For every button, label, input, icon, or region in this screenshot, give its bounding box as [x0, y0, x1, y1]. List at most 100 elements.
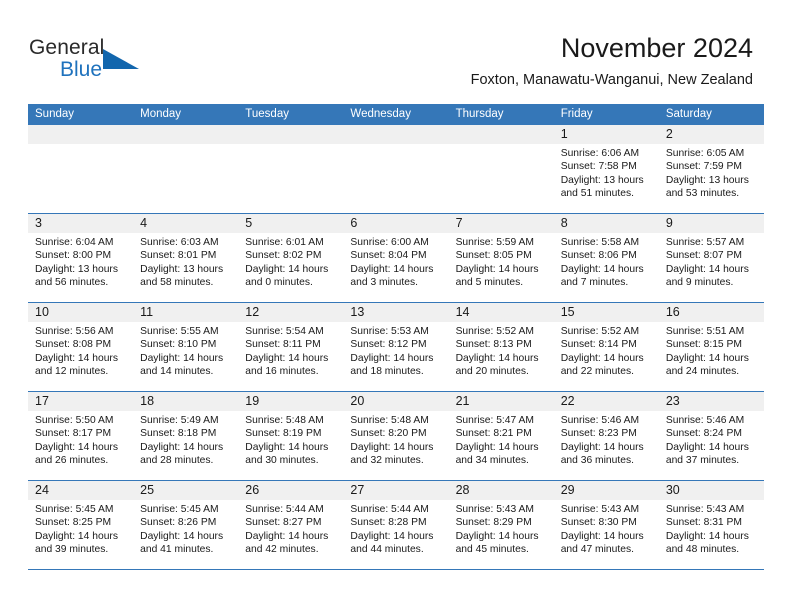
day-cell-25[interactable]: 25 Sunrise: 5:45 AM Sunset: 8:26 PM Dayligh… — [133, 481, 239, 569]
day-number: 30 — [665, 483, 680, 497]
day-cell-12[interactable]: 12 Sunrise: 5:54 AM Sunset: 8:11 PM Dayligh… — [238, 303, 344, 391]
day-detail-line: and 20 minutes. — [455, 366, 529, 378]
calendar-page: General Blue November 2024 Foxton, Manaw… — [0, 0, 792, 612]
general-blue-logo[interactable]: General Blue — [29, 36, 189, 88]
day-detail-line: and 0 minutes. — [245, 277, 313, 289]
day-detail-line: and 39 minutes. — [35, 544, 109, 556]
day-number: 18 — [140, 394, 155, 408]
day-number-band: 19 — [238, 392, 344, 411]
day-cell-22[interactable]: 22 Sunrise: 5:46 AM Sunset: 8:23 PM Dayligh… — [553, 392, 659, 480]
weekday-header-wednesday: Wednesday — [350, 108, 411, 120]
day-detail-line: Sunrise: 5:52 AM — [455, 326, 534, 337]
day-cell-6[interactable]: 6 Sunrise: 6:00 AM Sunset: 8:04 PM Daylight… — [343, 214, 449, 302]
day-detail-line: Sunrise: 5:45 AM — [35, 504, 114, 515]
day-number: 15 — [560, 305, 575, 319]
day-cell-17[interactable]: 17 Sunrise: 5:50 AM Sunset: 8:17 PM Dayligh… — [28, 392, 134, 480]
day-cell-19[interactable]: 19 Sunrise: 5:48 AM Sunset: 8:19 PM Dayligh… — [238, 392, 344, 480]
day-detail-line: Sunset: 8:21 PM — [455, 428, 532, 440]
day-number-band: 12 — [238, 303, 344, 322]
day-detail-line: and 28 minutes. — [140, 455, 214, 467]
day-cell-27[interactable]: 27 Sunrise: 5:44 AM Sunset: 8:28 PM Dayligh… — [343, 481, 449, 569]
day-number: 25 — [140, 483, 155, 497]
day-cell-2[interactable]: 2 Sunrise: 6:05 AM Sunset: 7:59 PM Daylight… — [658, 125, 764, 213]
day-number-band: 20 — [343, 392, 449, 411]
calendar-week-row: 3 Sunrise: 6:04 AM Sunset: 8:00 PM Daylight… — [28, 214, 764, 303]
day-cell-15[interactable]: 15 Sunrise: 5:52 AM Sunset: 8:14 PM Dayligh… — [553, 303, 659, 391]
day-detail-line: Sunrise: 5:43 AM — [455, 504, 534, 515]
day-detail-line: Daylight: 14 hours — [245, 352, 329, 364]
day-cell-11[interactable]: 11 Sunrise: 5:55 AM Sunset: 8:10 PM Dayligh… — [133, 303, 239, 391]
weekday-header-tuesday: Tuesday — [245, 108, 289, 120]
weekday-header-monday: Monday — [140, 108, 182, 120]
day-cell-24[interactable]: 24 Sunrise: 5:45 AM Sunset: 8:25 PM Dayligh… — [28, 481, 134, 569]
day-cell-21[interactable]: 21 Sunrise: 5:47 AM Sunset: 8:21 PM Dayligh… — [448, 392, 554, 480]
day-details: Sunrise: 6:04 AM Sunset: 8:00 PM Daylight:… — [28, 233, 133, 290]
day-detail-line: and 12 minutes. — [35, 366, 109, 378]
day-detail-line: Sunrise: 5:48 AM — [350, 415, 429, 426]
day-cell-29[interactable]: 29 Sunrise: 5:43 AM Sunset: 8:30 PM Dayligh… — [553, 481, 659, 569]
day-detail-line: Sunrise: 5:52 AM — [560, 326, 640, 337]
day-details: Sunrise: 5:51 AM Sunset: 8:15 PM Daylight:… — [659, 322, 764, 379]
day-detail-line: Sunrise: 6:06 AM — [560, 148, 640, 159]
day-detail-line: Sunrise: 6:05 AM — [665, 148, 745, 159]
day-cell-28[interactable]: 28 Sunrise: 5:43 AM Sunset: 8:29 PM Dayligh… — [448, 481, 554, 569]
day-detail-line: Sunset: 8:18 PM — [140, 428, 217, 440]
day-detail-line: Daylight: 14 hours — [35, 441, 118, 453]
day-detail-line: Daylight: 14 hours — [140, 441, 224, 453]
day-number: 2 — [665, 127, 673, 141]
day-cell-18[interactable]: 18 Sunrise: 5:49 AM Sunset: 8:18 PM Dayligh… — [133, 392, 239, 480]
day-details — [133, 144, 238, 147]
day-cell-13[interactable]: 13 Sunrise: 5:53 AM Sunset: 8:12 PM Dayligh… — [343, 303, 449, 391]
day-number-band: 29 — [553, 481, 659, 500]
day-detail-line: Sunset: 8:15 PM — [665, 339, 742, 351]
day-cell-1[interactable]: 1 Sunrise: 6:06 AM Sunset: 7:58 PM Daylight… — [553, 125, 659, 213]
day-details: Sunrise: 5:45 AM Sunset: 8:25 PM Daylight:… — [28, 500, 133, 557]
day-detail-line: Sunset: 8:26 PM — [140, 517, 217, 529]
day-details: Sunrise: 5:45 AM Sunset: 8:26 PM Daylight:… — [133, 500, 238, 557]
day-cell-16[interactable]: 16 Sunrise: 5:51 AM Sunset: 8:15 PM Dayligh… — [658, 303, 764, 391]
day-cell-5[interactable]: 5 Sunrise: 6:01 AM Sunset: 8:02 PM Daylight… — [238, 214, 344, 302]
day-details — [449, 144, 554, 147]
day-detail-line: Sunset: 8:05 PM — [455, 250, 532, 262]
page-subtitle: Foxton, Manawatu-Wanganui, New Zealand — [470, 72, 753, 88]
day-number-band: 7 — [448, 214, 554, 233]
day-number-band: 18 — [133, 392, 239, 411]
day-details: Sunrise: 5:48 AM Sunset: 8:19 PM Daylight:… — [238, 411, 343, 468]
day-detail-line: Sunset: 8:30 PM — [560, 517, 637, 529]
day-cell-30[interactable]: 30 Sunrise: 5:43 AM Sunset: 8:31 PM Dayligh… — [658, 481, 764, 569]
day-detail-line: Sunset: 8:28 PM — [350, 517, 427, 529]
day-cell-9[interactable]: 9 Sunrise: 5:57 AM Sunset: 8:07 PM Daylight… — [658, 214, 764, 302]
day-cell-empty — [343, 125, 449, 213]
day-details — [238, 144, 343, 147]
day-number: 14 — [455, 305, 470, 319]
day-cell-3[interactable]: 3 Sunrise: 6:04 AM Sunset: 8:00 PM Daylight… — [28, 214, 134, 302]
day-cell-14[interactable]: 14 Sunrise: 5:52 AM Sunset: 8:13 PM Dayligh… — [448, 303, 554, 391]
day-detail-line: Sunset: 8:24 PM — [665, 428, 742, 440]
day-cell-7[interactable]: 7 Sunrise: 5:59 AM Sunset: 8:05 PM Daylight… — [448, 214, 554, 302]
day-number-band: 14 — [448, 303, 554, 322]
day-detail-line: Sunrise: 5:57 AM — [665, 237, 745, 248]
day-number: 24 — [35, 483, 49, 497]
day-cell-20[interactable]: 20 Sunrise: 5:48 AM Sunset: 8:20 PM Dayligh… — [343, 392, 449, 480]
day-detail-line: Sunrise: 5:59 AM — [455, 237, 534, 248]
day-detail-line: Daylight: 14 hours — [245, 530, 329, 542]
day-number: 28 — [455, 483, 470, 497]
day-detail-line: Sunrise: 6:00 AM — [350, 237, 429, 248]
day-number-band: 25 — [133, 481, 239, 500]
logo-text-blue: Blue — [60, 58, 103, 81]
day-number: 11 — [140, 305, 154, 319]
day-detail-line: and 51 minutes. — [560, 188, 634, 200]
day-number-band — [238, 125, 344, 144]
day-cell-8[interactable]: 8 Sunrise: 5:58 AM Sunset: 8:06 PM Daylight… — [553, 214, 659, 302]
day-detail-line: Sunrise: 5:44 AM — [245, 504, 324, 515]
day-detail-line: Daylight: 14 hours — [35, 530, 118, 542]
day-cell-26[interactable]: 26 Sunrise: 5:44 AM Sunset: 8:27 PM Dayligh… — [238, 481, 344, 569]
day-number: 6 — [350, 216, 358, 230]
day-detail-line: Sunset: 8:10 PM — [140, 339, 217, 351]
day-number: 4 — [140, 216, 148, 230]
day-detail-line: and 5 minutes. — [455, 277, 524, 289]
day-detail-line: Sunset: 8:08 PM — [35, 339, 112, 351]
day-cell-4[interactable]: 4 Sunrise: 6:03 AM Sunset: 8:01 PM Daylight… — [133, 214, 239, 302]
day-cell-23[interactable]: 23 Sunrise: 5:46 AM Sunset: 8:24 PM Dayligh… — [658, 392, 764, 480]
day-cell-10[interactable]: 10 Sunrise: 5:56 AM Sunset: 8:08 PM Dayligh… — [28, 303, 134, 391]
